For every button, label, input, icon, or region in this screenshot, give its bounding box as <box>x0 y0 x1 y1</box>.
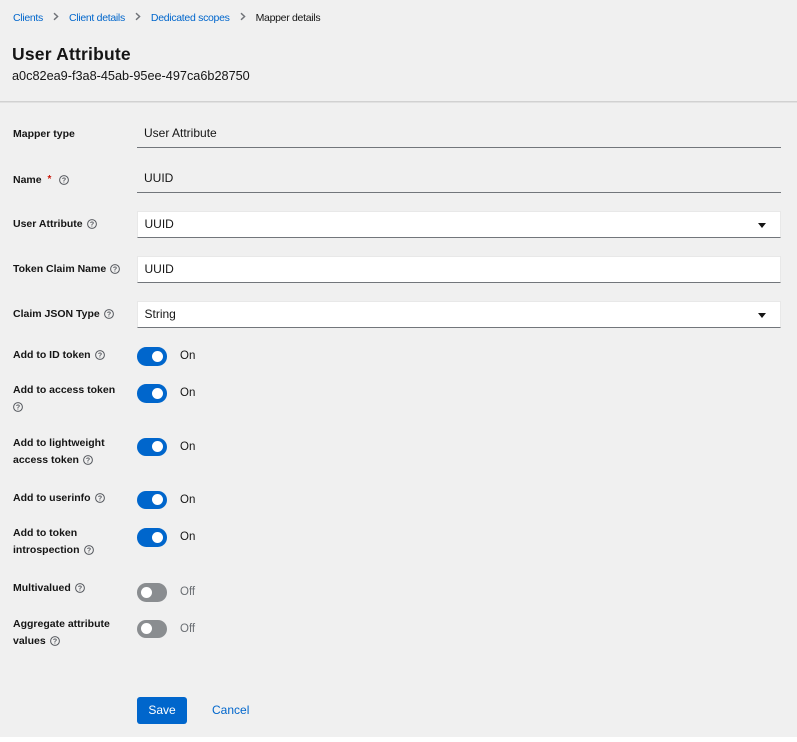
svg-text:?: ? <box>97 495 101 502</box>
svg-text:?: ? <box>89 221 93 228</box>
svg-text:?: ? <box>97 352 101 359</box>
svg-text:?: ? <box>86 547 90 554</box>
svg-text:?: ? <box>78 585 82 592</box>
svg-text:?: ? <box>113 266 117 273</box>
svg-text:?: ? <box>16 404 20 411</box>
svg-text:?: ? <box>107 311 111 318</box>
svg-text:?: ? <box>62 177 66 184</box>
svg-text:?: ? <box>53 638 57 645</box>
svg-text:?: ? <box>86 457 90 464</box>
